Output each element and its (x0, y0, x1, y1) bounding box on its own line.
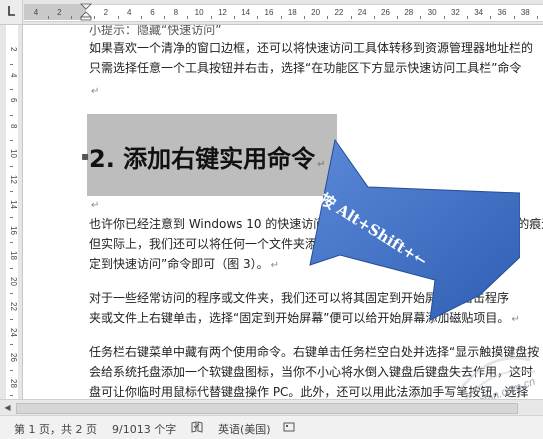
indent-marker-icon[interactable] (80, 3, 92, 21)
ruler-tick (397, 16, 399, 19)
paragraph-mark: ↵ (91, 86, 100, 97)
ruler-tick (10, 114, 13, 116)
ruler-tick (10, 89, 13, 91)
arrow-callout-icon (309, 138, 520, 321)
ruler-number: 18 (9, 251, 18, 260)
ruler-number: 10 (194, 8, 204, 17)
ruler-tick (94, 16, 96, 19)
ruler-number: 6 (150, 8, 155, 17)
ruler-tick (10, 395, 13, 397)
ruler-number: 38 (520, 8, 530, 17)
ruler-number: 8 (173, 8, 179, 17)
scroll-thumb[interactable] (16, 403, 518, 414)
ruler-tick (10, 344, 13, 346)
ruler-number: 28 (404, 8, 414, 17)
ruler-tick (10, 318, 13, 320)
ruler-number: 2 (9, 47, 18, 52)
ruler-number: 8 (9, 123, 18, 128)
ruler-number: 20 (311, 8, 321, 17)
ruler-tick (10, 267, 13, 269)
ruler-tick (10, 63, 13, 65)
ruler-tick (10, 293, 13, 295)
ruler-number: 14 (241, 8, 251, 17)
horizontal-scrollbar[interactable]: ◀ (0, 399, 543, 415)
ruler-number: 20 (9, 276, 18, 286)
ruler-number: 4 (33, 8, 39, 17)
ruler-tick (10, 216, 13, 218)
ruler-number: 18 (287, 8, 297, 17)
ruler-track (24, 4, 543, 22)
left-tab-icon (8, 6, 15, 16)
ruler-tick (513, 16, 515, 19)
ruler-number: 4 (9, 72, 18, 77)
ruler-tick (490, 16, 492, 19)
ruler-number: 22 (9, 302, 18, 311)
vruler-track (6, 25, 18, 399)
ruler-number: 26 (381, 8, 390, 17)
ruler-number: 14 (9, 200, 18, 209)
proofing-book-icon[interactable] (190, 420, 204, 434)
ruler-tick (467, 16, 469, 19)
horizontal-ruler[interactable]: 4 2 2 4 6 8 10 12 14 16 18 20 22 24 26 28 30 32 34 36 38 (0, 0, 543, 25)
ruler-number: 12 (217, 8, 227, 17)
ruler-tick (257, 16, 259, 19)
ruler-tick (10, 140, 13, 142)
ruler-number: 2 (57, 8, 62, 17)
ruler-number: 30 (427, 8, 437, 17)
word-count[interactable]: 9/1013 个字 (112, 421, 176, 437)
vertical-ruler[interactable]: 2 4 6 8 10 12 14 16 18 20 22 24 26 28 (0, 25, 23, 399)
ruler-tick (443, 16, 445, 19)
ruler-tick (10, 242, 13, 244)
ruler-number: 24 (357, 8, 367, 17)
ruler-tick (47, 16, 49, 19)
text-line: 小提示：隐藏“快速访问” (89, 25, 222, 37)
language-indicator[interactable]: 英语(美国) (218, 421, 271, 437)
ruler-number: 26 (9, 353, 18, 362)
ruler-number: 34 (474, 8, 484, 17)
ruler-tick (280, 16, 282, 19)
macro-record-icon[interactable] (282, 420, 296, 434)
ruler-number: 4 (126, 8, 132, 17)
ruler-tick (10, 369, 13, 371)
ruler-tick (10, 165, 13, 167)
heading-bullet: ▪ (81, 149, 90, 163)
ruler-number: 22 (334, 8, 344, 17)
text-line: 定到快速访问”命令即可（图 3）。 ↵ (89, 257, 280, 271)
ruler-number: 6 (9, 98, 18, 103)
ruler-number: 36 (497, 8, 507, 17)
status-bar: 第 1 页，共 2 页 9/1013 个字 英语(美国) (0, 415, 543, 439)
ruler-tick (117, 16, 119, 19)
ruler-tick (420, 16, 422, 19)
ruler-tick (327, 16, 329, 19)
ruler-number: 12 (9, 174, 18, 184)
ruler-tick (234, 16, 236, 19)
ruler-tick (140, 16, 142, 19)
ruler-tick (210, 16, 212, 19)
ruler-tick (536, 16, 538, 19)
page-count[interactable]: 第 1 页，共 2 页 (14, 421, 97, 437)
ruler-tick (303, 16, 305, 19)
ruler-tick (373, 16, 375, 19)
ruler-number: 10 (9, 149, 18, 158)
word-window: 4 2 2 4 6 8 10 12 14 16 18 20 22 24 26 28 30 32 34 36 38 246… (0, 0, 543, 439)
text-line: 如果喜欢一个清净的窗口边框，还可以将快速访问工具体转移到资源管理器地址栏的 (89, 41, 534, 55)
ruler-number: 24 (9, 327, 18, 337)
ruler-tick (10, 191, 13, 193)
ruler-number: 28 (9, 378, 18, 388)
tab-selector[interactable] (0, 0, 23, 24)
paragraph-mark: ↵ (91, 200, 100, 211)
text-line: 只需选择任意一个工具按钮并右击，选择“在功能区下方显示快速访问工具栏”命令 (89, 61, 522, 75)
ruler-tick (187, 16, 189, 19)
ruler-number: 16 (9, 225, 18, 235)
ruler-tick (70, 16, 72, 19)
ruler-tick (164, 16, 166, 19)
scroll-left-button[interactable]: ◀ (2, 402, 13, 413)
ruler-tick (350, 16, 352, 19)
ruler-number: 16 (264, 8, 274, 17)
ruler-number: 2 (103, 8, 109, 17)
ruler-number: 32 (450, 8, 460, 17)
